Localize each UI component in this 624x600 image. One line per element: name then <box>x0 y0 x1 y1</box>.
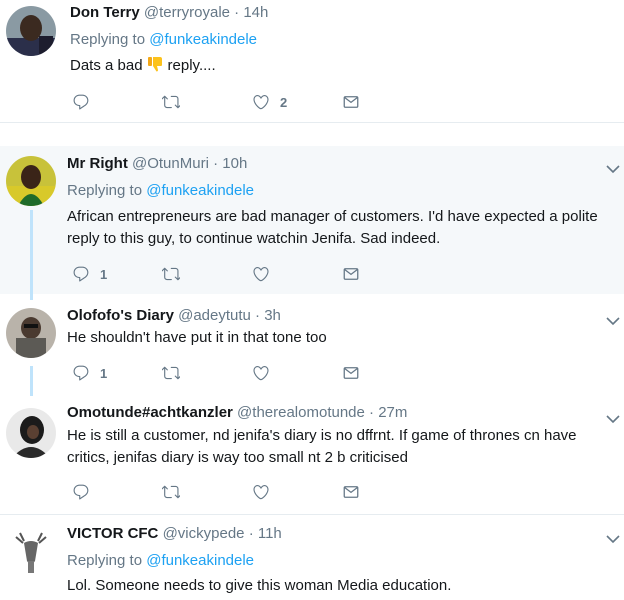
replying-to: Replying to @funkeakindele <box>67 182 255 199</box>
heart-icon <box>252 364 270 382</box>
chevron-down-icon[interactable] <box>606 313 620 323</box>
tweet-victor-cfc[interactable]: VICTOR CFC @vickypede · 11h Replying to … <box>0 515 624 600</box>
separator: · <box>213 155 219 172</box>
envelope-icon <box>342 93 360 111</box>
chevron-down-icon[interactable] <box>606 411 620 421</box>
reply-button[interactable] <box>72 92 90 112</box>
like-button[interactable] <box>252 264 270 284</box>
divider <box>0 122 624 123</box>
user-handle[interactable]: @therealomotunde <box>237 404 365 421</box>
user-name[interactable]: VICTOR CFC <box>67 525 158 542</box>
retweet-button[interactable] <box>162 264 180 284</box>
tweet-don-terry[interactable]: Don Terry @terryroyale · 14h Replying to… <box>0 0 624 122</box>
reply-count: 1 <box>100 266 108 282</box>
retweet-icon <box>162 265 180 283</box>
retweet-icon <box>162 483 180 501</box>
reply-icon <box>72 265 90 283</box>
chevron-down-icon[interactable] <box>606 531 620 541</box>
envelope-icon <box>342 265 360 283</box>
mention-link[interactable]: @funkeakindele <box>146 552 254 569</box>
separator: · <box>369 404 375 421</box>
direct-message-button[interactable] <box>342 482 360 502</box>
thumbs-down-emoji <box>147 57 162 72</box>
retweet-button[interactable] <box>162 363 180 383</box>
reply-button[interactable]: 1 <box>72 264 107 284</box>
like-count: 2 <box>280 94 288 110</box>
envelope-icon <box>342 364 360 382</box>
tweet-text: He shouldn't have put it in that tone to… <box>67 329 327 346</box>
direct-message-button[interactable] <box>342 363 360 383</box>
direct-message-button[interactable] <box>342 92 360 112</box>
tweet-text: He is still a customer, nd jenifa's diar… <box>67 427 577 466</box>
retweet-icon <box>162 364 180 382</box>
tweet-mr-right[interactable]: Mr Right @OtunMuri · 10h Replying to @fu… <box>0 146 624 294</box>
timestamp[interactable]: 11h <box>258 525 282 542</box>
reply-icon <box>72 93 90 111</box>
user-handle[interactable]: @OtunMuri <box>132 155 209 172</box>
timestamp[interactable]: 3h <box>264 307 281 324</box>
like-button[interactable] <box>252 363 270 383</box>
timestamp[interactable]: 14h <box>243 4 268 21</box>
separator: · <box>255 307 261 324</box>
tweet-text: African entrepreneurs are bad manager of… <box>67 208 598 247</box>
tweet-olofofos-diary[interactable]: Olofofo's Diary @adeytutu · 3h He should… <box>0 296 624 394</box>
heart-icon <box>252 265 270 283</box>
user-handle[interactable]: @adeytutu <box>178 307 251 324</box>
heart-icon <box>252 483 270 501</box>
thread-line <box>30 366 33 396</box>
retweet-button[interactable] <box>162 92 180 112</box>
avatar[interactable] <box>6 156 56 206</box>
avatar[interactable] <box>6 6 56 56</box>
reply-button[interactable] <box>72 482 90 502</box>
mention-link[interactable]: @funkeakindele <box>146 182 254 199</box>
timestamp[interactable]: 10h <box>222 155 247 172</box>
avatar[interactable] <box>6 308 56 358</box>
replying-to: Replying to @funkeakindele <box>70 31 258 48</box>
like-button[interactable]: 2 <box>252 92 287 112</box>
thread-line <box>30 210 33 300</box>
chevron-down-icon[interactable] <box>606 161 620 171</box>
envelope-icon <box>342 483 360 501</box>
reply-icon <box>72 483 90 501</box>
reply-button[interactable]: 1 <box>72 363 107 383</box>
separator: · <box>234 4 240 21</box>
reply-count: 1 <box>100 365 108 381</box>
avatar[interactable] <box>6 527 56 577</box>
retweet-button[interactable] <box>162 482 180 502</box>
user-handle[interactable]: @vickypede <box>163 525 245 542</box>
timestamp[interactable]: 27m <box>378 404 407 421</box>
tweet-text: Lol. Someone needs to give this woman Me… <box>67 577 452 594</box>
heart-icon <box>252 93 270 111</box>
user-name[interactable]: Omotunde#achtkanzler <box>67 404 233 421</box>
avatar[interactable] <box>6 408 56 458</box>
user-handle[interactable]: @terryroyale <box>144 4 230 21</box>
mention-link[interactable]: @funkeakindele <box>149 31 257 48</box>
reply-icon <box>72 364 90 382</box>
direct-message-button[interactable] <box>342 264 360 284</box>
user-name[interactable]: Olofofo's Diary <box>67 307 174 324</box>
retweet-icon <box>162 93 180 111</box>
tweet-omotunde[interactable]: Omotunde#achtkanzler @therealomotunde · … <box>0 396 624 512</box>
like-button[interactable] <box>252 482 270 502</box>
separator: · <box>248 525 254 542</box>
replying-to: Replying to @funkeakindele <box>67 552 255 569</box>
user-name[interactable]: Don Terry <box>70 4 140 21</box>
user-name[interactable]: Mr Right <box>67 155 128 172</box>
tweet-text: Dats a bad reply.... <box>70 57 216 74</box>
